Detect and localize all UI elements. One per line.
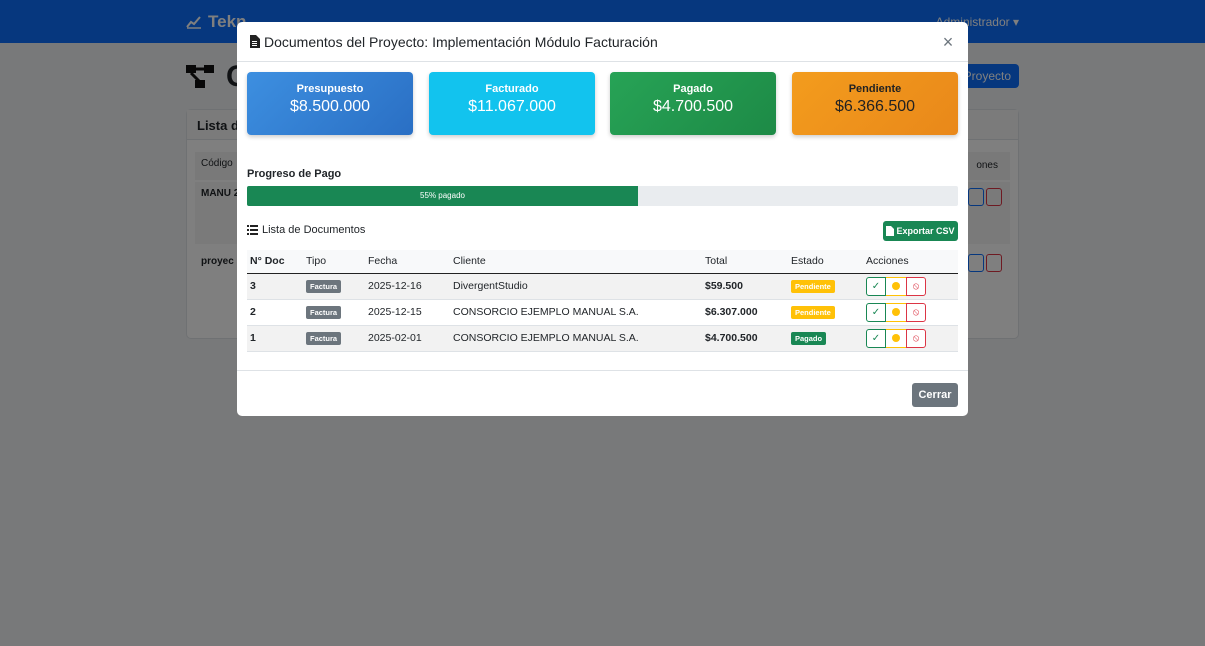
modal-title-text: Documentos del Proyecto: Implementación … <box>264 33 658 50</box>
stat-value: $6.366.500 <box>834 98 916 115</box>
doc-number: 2 <box>247 299 303 326</box>
mark-pending-button[interactable] <box>886 276 906 296</box>
column-header: Cliente <box>450 250 702 274</box>
row-actions: ✓ ⦸ <box>866 302 955 322</box>
cancel-document-button[interactable]: ⦸ <box>906 276 926 296</box>
mark-pending-button[interactable] <box>886 328 906 348</box>
doc-total: $6.307.000 <box>702 299 788 326</box>
type-badge: Factura <box>306 280 342 293</box>
status-badge: Pendiente <box>791 280 835 293</box>
documents-modal: Documentos del Proyecto: Implementación … <box>237 22 968 416</box>
type-badge: Factura <box>306 332 342 345</box>
cancel-document-button[interactable]: ⦸ <box>906 328 926 348</box>
mark-pending-button[interactable] <box>886 302 906 322</box>
doc-number: 1 <box>247 325 303 352</box>
doc-client: CONSORCIO EJEMPLO MANUAL S.A. <box>450 299 702 326</box>
stat-card-pendiente: Pendiente $6.366.500 <box>792 72 958 135</box>
check-icon: ✓ <box>871 332 881 344</box>
close-modal-button[interactable]: Cerrar <box>912 383 958 407</box>
documents-list-title: Lista de Documentos <box>247 224 365 236</box>
clock-icon <box>892 334 900 342</box>
type-badge: Factura <box>306 306 342 319</box>
stat-label: Pendiente <box>848 83 902 95</box>
stat-label: Presupuesto <box>296 83 364 95</box>
stat-label: Facturado <box>485 83 539 95</box>
export-csv-button[interactable]: Exportar CSV <box>883 221 958 241</box>
mark-paid-button[interactable]: ✓ <box>866 302 886 322</box>
doc-date: 2025-02-01 <box>365 325 450 352</box>
documents-list-title-text: Lista de Documentos <box>262 224 366 236</box>
status-badge: Pagado <box>791 332 827 345</box>
column-header: N° Doc <box>247 250 303 274</box>
ban-icon: ⦸ <box>912 306 920 318</box>
file-csv-icon <box>886 226 895 236</box>
payment-progress: 55% pagado <box>247 186 958 206</box>
table-row: 3 Factura 2025-12-16 DivergentStudio $59… <box>247 273 958 300</box>
stat-label: Pagado <box>673 83 713 95</box>
file-icon <box>250 35 260 48</box>
progress-bar-fill: 55% pagado <box>247 186 639 206</box>
table-header-row: N° Doc Tipo Fecha Cliente Total Estado A… <box>247 250 958 274</box>
ban-icon: ⦸ <box>912 280 920 292</box>
documents-table: N° Doc Tipo Fecha Cliente Total Estado A… <box>247 250 958 352</box>
stat-value: $8.500.000 <box>289 98 371 115</box>
check-icon: ✓ <box>871 280 881 292</box>
export-csv-label: Exportar CSV <box>896 226 955 236</box>
status-badge: Pendiente <box>791 306 835 319</box>
modal-footer: Cerrar <box>237 370 968 416</box>
stat-card-presupuesto: Presupuesto $8.500.000 <box>247 72 413 135</box>
doc-total: $59.500 <box>702 273 788 300</box>
column-header: Tipo <box>303 250 365 274</box>
doc-date: 2025-12-15 <box>365 299 450 326</box>
progress-title: Progreso de Pago <box>247 168 342 180</box>
stat-card-pagado: Pagado $4.700.500 <box>610 72 776 135</box>
summary-cards: Presupuesto $8.500.000 Facturado $11.067… <box>247 72 958 135</box>
stat-card-facturado: Facturado $11.067.000 <box>429 72 595 135</box>
doc-date: 2025-12-16 <box>365 273 450 300</box>
column-header: Estado <box>788 250 863 274</box>
row-actions: ✓ ⦸ <box>866 276 955 296</box>
doc-client: DivergentStudio <box>450 273 702 300</box>
row-actions: ✓ ⦸ <box>866 328 955 348</box>
doc-number: 3 <box>247 273 303 300</box>
modal-title: Documentos del Proyecto: Implementación … <box>249 34 658 50</box>
table-row: 2 Factura 2025-12-15 CONSORCIO EJEMPLO M… <box>247 299 958 326</box>
mark-paid-button[interactable]: ✓ <box>866 328 886 348</box>
check-icon: ✓ <box>871 306 881 318</box>
doc-total: $4.700.500 <box>702 325 788 352</box>
cancel-document-button[interactable]: ⦸ <box>906 302 926 322</box>
column-header: Acciones <box>863 250 958 274</box>
stat-value: $4.700.500 <box>652 98 734 115</box>
column-header: Total <box>702 250 788 274</box>
stat-value: $11.067.000 <box>468 98 556 115</box>
ban-icon: ⦸ <box>912 332 920 344</box>
mark-paid-button[interactable]: ✓ <box>866 276 886 296</box>
list-icon <box>247 225 258 235</box>
modal-header: Documentos del Proyecto: Implementación … <box>237 22 968 62</box>
clock-icon <box>892 308 900 316</box>
close-button[interactable]: × <box>938 32 958 52</box>
column-header: Fecha <box>365 250 450 274</box>
table-row: 1 Factura 2025-02-01 CONSORCIO EJEMPLO M… <box>247 325 958 352</box>
doc-client: CONSORCIO EJEMPLO MANUAL S.A. <box>450 325 702 352</box>
clock-icon <box>892 282 900 290</box>
